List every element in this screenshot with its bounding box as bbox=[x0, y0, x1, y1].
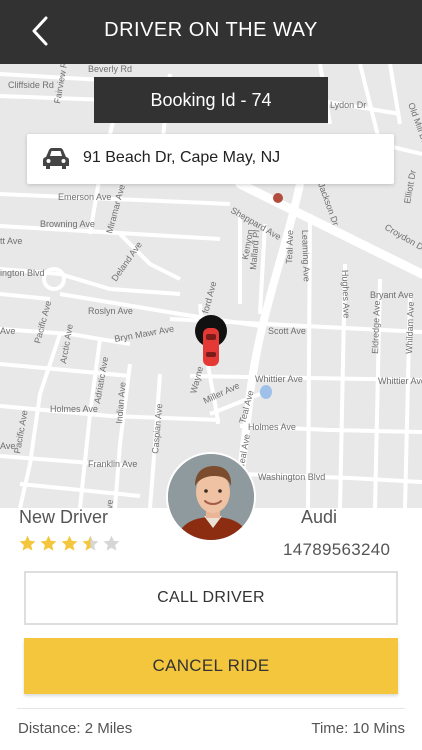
svg-text:Holmes Ave: Holmes Ave bbox=[50, 404, 98, 414]
divider bbox=[17, 708, 405, 709]
map-view[interactable]: Emerson Ave Browning Ave tt Ave ington B… bbox=[0, 64, 422, 508]
app-header: DRIVER ON THE WAY bbox=[0, 0, 422, 64]
svg-text:ington Blvd: ington Blvd bbox=[0, 268, 45, 278]
driver-rating bbox=[18, 534, 121, 553]
car-model: Audi bbox=[301, 507, 338, 527]
car-pin-icon bbox=[195, 315, 227, 366]
svg-text:Eldredge Ave: Eldredge Ave bbox=[370, 300, 382, 354]
svg-text:Holmes Ave: Holmes Ave bbox=[248, 422, 296, 432]
svg-text:Beverly Rd: Beverly Rd bbox=[88, 64, 132, 74]
svg-text:Emerson Ave: Emerson Ave bbox=[58, 192, 111, 202]
driver-phone: 14789563240 bbox=[283, 540, 391, 559]
pickup-address-card[interactable]: 91 Beach Dr, Cape May, NJ bbox=[27, 134, 394, 184]
booking-id-badge: Booking Id - 74 bbox=[94, 77, 328, 123]
pickup-address: 91 Beach Dr, Cape May, NJ bbox=[83, 149, 281, 166]
driver-location-pin[interactable] bbox=[194, 314, 228, 375]
star-icon bbox=[82, 535, 99, 551]
svg-text:Whittier Ave: Whittier Ave bbox=[378, 376, 422, 386]
trip-time: Time: 10 Mins bbox=[311, 720, 405, 737]
svg-text:Roslyn Ave: Roslyn Ave bbox=[88, 306, 133, 316]
driver-avatar bbox=[166, 452, 256, 542]
svg-text:Leaming Ave: Leaming Ave bbox=[300, 230, 312, 282]
svg-text:Bryant Ave: Bryant Ave bbox=[370, 290, 413, 300]
svg-text:Franklin Ave: Franklin Ave bbox=[88, 459, 137, 469]
trip-distance: Distance: 2 Miles bbox=[18, 720, 133, 737]
map-canvas: Emerson Ave Browning Ave tt Ave ington B… bbox=[0, 64, 422, 508]
svg-text:Browning Ave: Browning Ave bbox=[40, 219, 95, 229]
svg-text:Lydon Dr: Lydon Dr bbox=[330, 100, 366, 110]
star-icon bbox=[61, 535, 78, 551]
driver-name: New Driver bbox=[19, 507, 109, 527]
svg-text:Whildam Ave: Whildam Ave bbox=[404, 301, 416, 354]
svg-text:Ave: Ave bbox=[0, 326, 15, 336]
star-icon bbox=[19, 535, 36, 551]
star-icon bbox=[40, 535, 57, 551]
car-icon bbox=[43, 148, 69, 169]
svg-text:Scott Ave: Scott Ave bbox=[268, 326, 306, 336]
svg-text:Washington Blvd: Washington Blvd bbox=[258, 472, 325, 482]
cancel-ride-button[interactable]: CANCEL RIDE bbox=[24, 638, 398, 694]
star-icon bbox=[103, 535, 120, 551]
page-title: DRIVER ON THE WAY bbox=[104, 19, 318, 41]
call-driver-button[interactable]: CALL DRIVER bbox=[24, 571, 398, 625]
svg-text:Hughes Ave: Hughes Ave bbox=[340, 270, 352, 319]
svg-text:Cliffside Rd: Cliffside Rd bbox=[8, 80, 54, 90]
svg-text:tt Ave: tt Ave bbox=[0, 236, 22, 246]
svg-text:Whittier Ave: Whittier Ave bbox=[255, 374, 303, 384]
driver-photo bbox=[168, 454, 254, 540]
svg-text:Teal Ave: Teal Ave bbox=[284, 230, 295, 264]
